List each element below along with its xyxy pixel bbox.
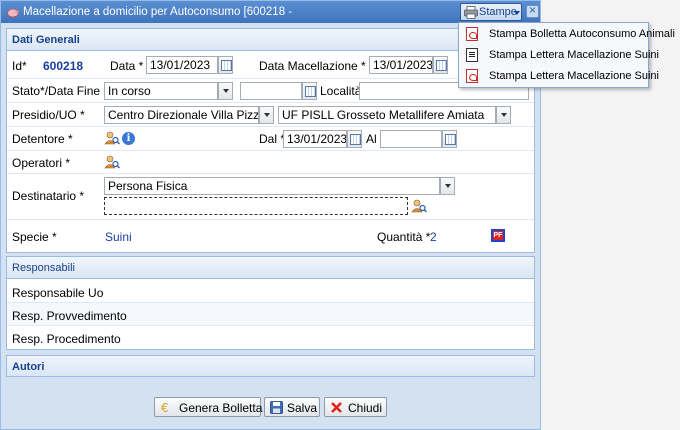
row-responsabile-uo: Responsabile Uo <box>7 280 534 303</box>
save-icon <box>270 401 283 414</box>
autori-header[interactable]: Autori <box>7 356 534 376</box>
window-title: Macellazione a domicilio per Autoconsumo… <box>23 6 293 18</box>
responsabili-panel: Responsabili Responsabile Uo Resp. Provv… <box>6 256 535 350</box>
quantita-value: 2 <box>430 230 437 244</box>
al-field[interactable] <box>380 130 442 148</box>
user-search-icon[interactable] <box>104 131 120 145</box>
resp-procedimento-label: Resp. Procedimento <box>12 332 121 346</box>
stampe-label: Stampe <box>479 6 517 18</box>
destinatario-label: Destinatario * <box>12 189 85 203</box>
data-macellazione-field[interactable]: 13/01/2023 <box>369 56 433 74</box>
data-label: Data * <box>110 59 144 73</box>
chevron-down-icon[interactable] <box>440 177 455 195</box>
menu-item-stampa-lettera-pdf[interactable]: Stampa Lettera Macellazione Suini <box>459 66 659 87</box>
destinatario-field[interactable] <box>104 197 408 215</box>
autori-panel[interactable]: Autori <box>6 355 535 377</box>
dati-generali-panel: Dati Generali Id* 600218 Data * 13/01/20… <box>6 28 535 253</box>
user-search-icon[interactable] <box>104 155 120 169</box>
document-icon <box>466 48 478 62</box>
chevron-down-icon[interactable] <box>259 106 274 124</box>
chevron-down-icon[interactable] <box>496 106 511 124</box>
chevron-down-icon[interactable] <box>218 82 233 100</box>
chiudi-label: Chiudi <box>348 401 383 415</box>
data-field[interactable]: 13/01/2023 <box>146 56 218 74</box>
genera-bolletta-label: Genera Bolletta <box>179 401 263 415</box>
id-value: 600218 <box>43 59 84 73</box>
salva-label: Salva <box>287 401 318 415</box>
data-fine-field[interactable] <box>240 82 302 100</box>
quantita-label: Quantità * <box>377 230 431 244</box>
menu-item-stampa-bolletta[interactable]: Stampa Bolletta Autoconsumo Animali <box>459 24 675 45</box>
close-icon <box>331 402 342 413</box>
euro-icon: € <box>161 401 169 414</box>
genera-bolletta-button[interactable]: € Genera Bolletta <box>154 397 263 417</box>
printer-icon <box>464 6 478 19</box>
pig-icon <box>7 8 19 18</box>
al-label: Al <box>366 132 377 146</box>
row-resp-provvedimento: Resp. Provvedimento <box>7 303 534 326</box>
row-resp-procedimento: Resp. Procedimento <box>7 326 534 349</box>
stato-label: Stato*/Data Fine <box>12 84 101 98</box>
menu-item-label: Stampa Bolletta Autoconsumo Animali <box>489 28 675 40</box>
stampe-menu: Stampa Bolletta Autoconsumo Animali Stam… <box>458 22 675 88</box>
calendar-icon[interactable] <box>347 130 362 148</box>
pf-icon[interactable]: PF <box>491 229 505 242</box>
row-stato: Stato*/Data Fine In corso Località <box>7 79 534 103</box>
row-destinatario: Destinatario * Persona Fisica <box>7 174 534 220</box>
salva-button[interactable]: Salva <box>264 397 320 417</box>
window-body: Dati Generali Id* 600218 Data * 13/01/20… <box>6 28 535 426</box>
menu-item-label: Stampa Lettera Macellazione Suini <box>489 49 659 61</box>
resp-provvedimento-label: Resp. Provvedimento <box>12 309 127 323</box>
stato-combo[interactable]: In corso <box>104 82 218 100</box>
close-icon[interactable] <box>526 3 539 18</box>
calendar-icon[interactable] <box>218 56 233 74</box>
row-presidio: Presidio/UO * Centro Direzionale Villa P… <box>7 103 534 127</box>
row-detentore: Detentore * i Dal * 13/01/2023 Al <box>7 127 534 151</box>
calendar-icon[interactable] <box>433 56 448 74</box>
presidio-label: Presidio/UO * <box>12 108 85 122</box>
responsabile-uo-label: Responsabile Uo <box>12 286 104 300</box>
pdf-icon <box>466 27 478 41</box>
row-id: Id* 600218 Data * 13/01/2023 Data Macell… <box>7 52 534 79</box>
window-titlebar[interactable]: Macellazione a domicilio per Autoconsumo… <box>1 1 540 23</box>
info-icon[interactable]: i <box>122 132 135 145</box>
menu-item-label: Stampa Lettera Macellazione Suini <box>489 70 659 82</box>
calendar-icon[interactable] <box>442 130 457 148</box>
svg-text:€: € <box>161 401 169 414</box>
destinatario-tipo-combo[interactable]: Persona Fisica <box>104 177 440 195</box>
specie-value: Suini <box>105 230 132 244</box>
responsabili-header: Responsabili <box>7 257 534 279</box>
uo-combo[interactable]: UF PISLL Grosseto Metallifere Amiata <box>278 106 496 124</box>
row-specie: Specie * Suini Quantità * 2 PF <box>7 220 534 252</box>
pdf-icon <box>466 69 478 83</box>
menu-item-stampa-lettera-doc[interactable]: Stampa Lettera Macellazione Suini <box>459 45 659 66</box>
chevron-down-icon <box>514 11 520 15</box>
localita-label: Località <box>320 84 362 98</box>
data-macellazione-label: Data Macellazione * <box>259 59 366 73</box>
dati-generali-header: Dati Generali <box>7 29 534 51</box>
calendar-icon[interactable] <box>302 82 317 100</box>
chiudi-button[interactable]: Chiudi <box>324 397 387 417</box>
presidio-combo[interactable]: Centro Direzionale Villa Pizzetti <box>104 106 259 124</box>
row-operatori: Operatori * <box>7 151 534 174</box>
specie-label: Specie * <box>12 230 57 244</box>
id-label: Id* <box>12 59 27 73</box>
detentore-label: Detentore * <box>12 132 73 146</box>
operatori-label: Operatori * <box>12 156 71 170</box>
dal-field[interactable]: 13/01/2023 <box>283 130 347 148</box>
user-search-icon[interactable] <box>411 199 427 213</box>
stampe-button[interactable]: Stampe <box>460 3 522 21</box>
dal-label: Dal * <box>259 132 286 146</box>
